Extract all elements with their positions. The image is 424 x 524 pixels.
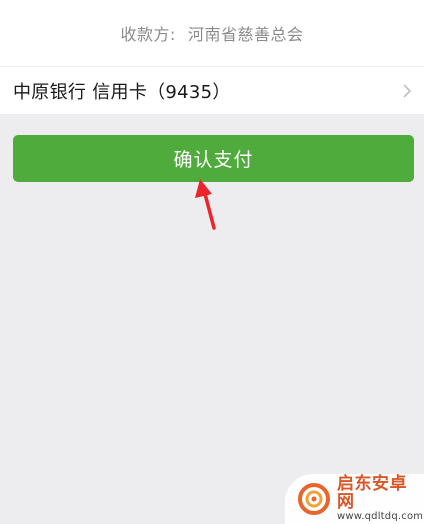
payment-method-label: 中原银行 信用卡（9435）: [13, 81, 231, 103]
payee-name: 河南省慈善总会: [187, 25, 304, 44]
annotation-arrow-icon: [195, 179, 216, 230]
watermark-logo-icon: [298, 483, 330, 515]
watermark-url: www.qdltdq.com: [337, 510, 424, 522]
chevron-right-icon: [400, 84, 414, 98]
watermark-title: 启东安卓网: [337, 473, 407, 512]
confirm-payment-button[interactable]: 确认支付: [13, 135, 414, 182]
payee-header: 收款方: 河南省慈善总会: [0, 0, 424, 66]
payment-method-selector[interactable]: 中原银行 信用卡（9435）: [0, 67, 424, 114]
watermark-badge: 启东安卓网 www.qdltdq.com: [285, 474, 424, 524]
payee-prefix: 收款方:: [120, 25, 176, 44]
